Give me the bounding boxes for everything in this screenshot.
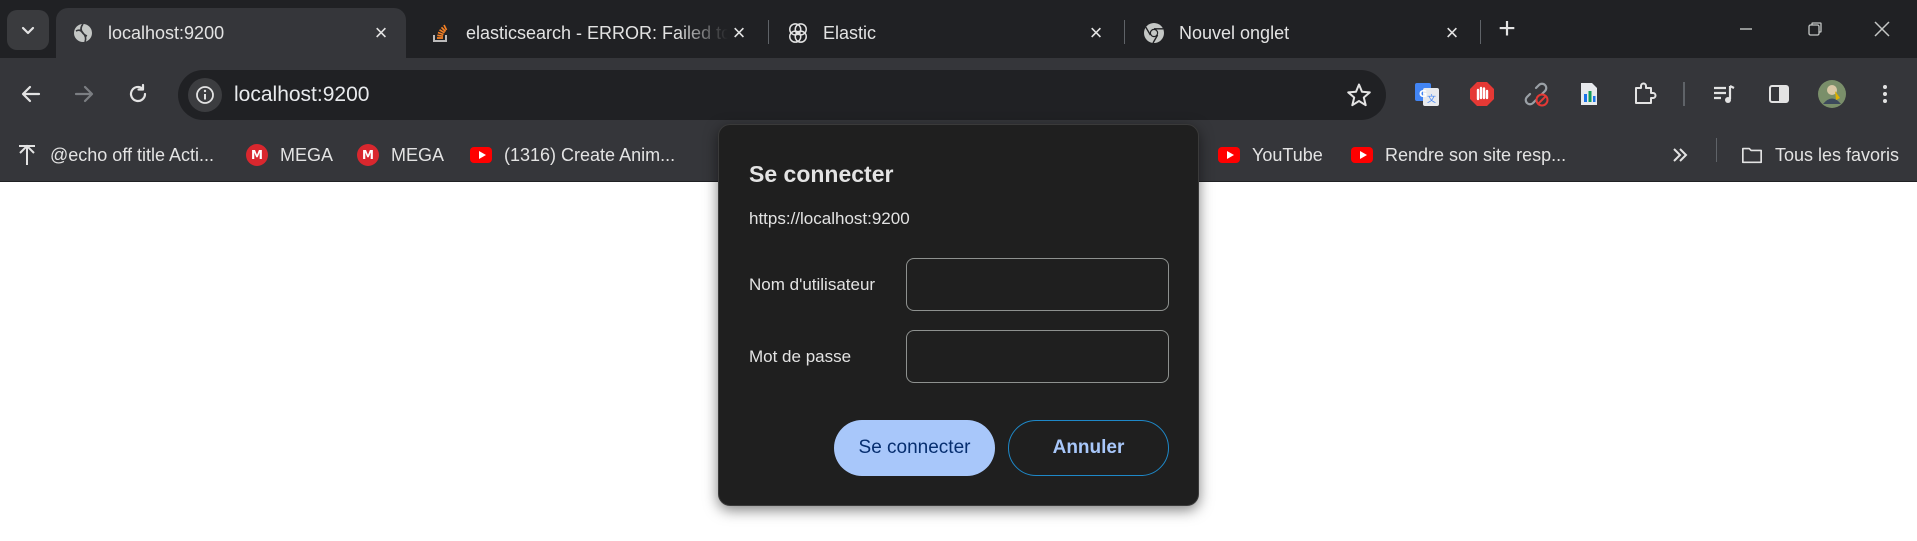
back-button[interactable] <box>11 74 51 114</box>
google-translate-extension[interactable]: G文 <box>1410 77 1444 111</box>
tab-divider <box>1480 20 1481 44</box>
username-label: Nom d'utilisateur <box>749 275 876 294</box>
bookmark-label: MEGA <box>280 144 334 165</box>
more-bookmarks-button[interactable] <box>1670 140 1690 170</box>
bookmark-item[interactable]: M MEGA <box>246 140 333 170</box>
adblock-hand-icon <box>1470 82 1494 106</box>
info-icon <box>196 86 214 104</box>
stackoverflow-icon <box>430 22 452 44</box>
tab-stackoverflow[interactable]: elasticsearch - ERROR: Failed to × <box>414 8 764 58</box>
bookmark-item[interactable]: YouTube <box>1218 140 1323 170</box>
youtube-icon <box>1351 144 1373 166</box>
reload-icon <box>129 83 147 103</box>
tab-title: Elastic <box>823 22 877 43</box>
chevron-down-icon <box>21 26 35 35</box>
close-tab-icon[interactable]: × <box>728 20 750 45</box>
tab-new-tab[interactable]: Nouvel onglet × <box>1127 8 1477 58</box>
tab-title: Nouvel onglet <box>1179 22 1290 43</box>
bookmark-label: Rendre son site resp... <box>1385 144 1567 165</box>
login-dialog: Se connecter https://localhost:9200 Nom … <box>718 124 1199 506</box>
translate-icon: G文 <box>1415 83 1439 106</box>
chrome-menu-button[interactable] <box>1868 77 1902 111</box>
svg-text:G: G <box>1419 89 1427 100</box>
tab-divider <box>768 20 769 44</box>
svg-text:文: 文 <box>1427 93 1436 105</box>
profile-avatar[interactable] <box>1815 77 1849 111</box>
cancel-button[interactable]: Annuler <box>1008 420 1169 476</box>
youtube-icon <box>1218 144 1240 166</box>
more-vertical-icon <box>1883 85 1887 103</box>
tab-strip: localhost:9200 × elasticsearch - ERROR: … <box>0 0 1917 58</box>
globe-icon <box>72 22 94 44</box>
bookmark-label: MEGA <box>391 144 445 165</box>
close-window-button[interactable] <box>1862 12 1902 46</box>
arrow-right-icon <box>74 85 94 103</box>
dialog-title: Se connecter <box>749 161 894 187</box>
extensions-button[interactable] <box>1627 77 1661 111</box>
side-panel-icon <box>1769 85 1789 103</box>
document-extension[interactable] <box>1572 77 1606 111</box>
address-bar[interactable]: localhost:9200 <box>178 70 1386 120</box>
bookmark-label: @echo off title Acti... <box>50 144 215 165</box>
bookmark-item[interactable]: @echo off title Acti... <box>16 140 214 170</box>
tab-title: elasticsearch - ERROR: Failed to <box>466 22 728 43</box>
link-blocker-extension[interactable] <box>1519 77 1553 111</box>
tab-title: localhost:9200 <box>108 22 225 43</box>
music-queue-icon <box>1714 85 1735 103</box>
reload-button[interactable] <box>118 74 158 114</box>
bookmarks-divider <box>1716 138 1717 162</box>
password-label: Mot de passe <box>749 347 852 366</box>
password-field[interactable] <box>906 330 1169 383</box>
forward-button[interactable] <box>64 74 104 114</box>
link-blocked-icon <box>1524 82 1549 107</box>
sign-in-button[interactable]: Se connecter <box>834 420 995 476</box>
tab-search-button[interactable] <box>7 10 49 50</box>
restore-icon <box>1808 22 1822 36</box>
toolbar-divider <box>1683 82 1685 106</box>
bookmark-star-icon[interactable] <box>1346 82 1372 108</box>
bookmark-item[interactable]: Rendre son site resp... <box>1351 140 1566 170</box>
mega-icon: M <box>246 144 268 166</box>
double-chevron-right-icon <box>1673 148 1688 162</box>
close-tab-icon[interactable]: × <box>1085 20 1107 45</box>
bookmark-item[interactable]: M MEGA <box>357 140 444 170</box>
minimize-icon <box>1740 28 1752 30</box>
tab-elastic[interactable]: Elastic × <box>771 8 1121 58</box>
minimize-button[interactable] <box>1726 12 1766 46</box>
bookmark-item[interactable]: (1316) Create Anim... <box>470 140 675 170</box>
url-text[interactable]: localhost:9200 <box>234 83 369 107</box>
elastic-icon <box>787 22 809 44</box>
new-tab-button[interactable]: + <box>1492 12 1522 45</box>
all-bookmarks-folder[interactable]: Tous les favoris <box>1741 140 1899 170</box>
bookmark-label: (1316) Create Anim... <box>504 144 676 165</box>
youtube-icon <box>470 144 492 166</box>
arrow-left-icon <box>21 85 41 103</box>
side-panel-button[interactable] <box>1762 77 1796 111</box>
toolbar: localhost:9200 G文 <box>0 58 1917 130</box>
bookmark-label: YouTube <box>1252 144 1323 165</box>
arrow-up-icon <box>16 144 38 166</box>
adblock-extension[interactable] <box>1465 77 1499 111</box>
close-tab-icon[interactable]: × <box>370 20 392 45</box>
tab-localhost[interactable]: localhost:9200 × <box>56 8 406 58</box>
all-bookmarks-label: Tous les favoris <box>1775 144 1900 165</box>
mega-icon: M <box>357 144 379 166</box>
media-controls-button[interactable] <box>1707 77 1741 111</box>
restore-button[interactable] <box>1795 12 1835 46</box>
folder-icon <box>1741 144 1763 166</box>
dialog-origin: https://localhost:9200 <box>749 209 910 228</box>
username-field[interactable] <box>906 258 1169 311</box>
puzzle-icon <box>1635 82 1657 104</box>
avatar-icon <box>1818 80 1846 108</box>
document-chart-icon <box>1581 83 1597 105</box>
site-info-button[interactable] <box>188 78 222 112</box>
close-tab-icon[interactable]: × <box>1441 20 1463 45</box>
close-icon <box>1874 21 1890 37</box>
chrome-icon <box>1143 22 1165 44</box>
tab-divider <box>1124 20 1125 44</box>
